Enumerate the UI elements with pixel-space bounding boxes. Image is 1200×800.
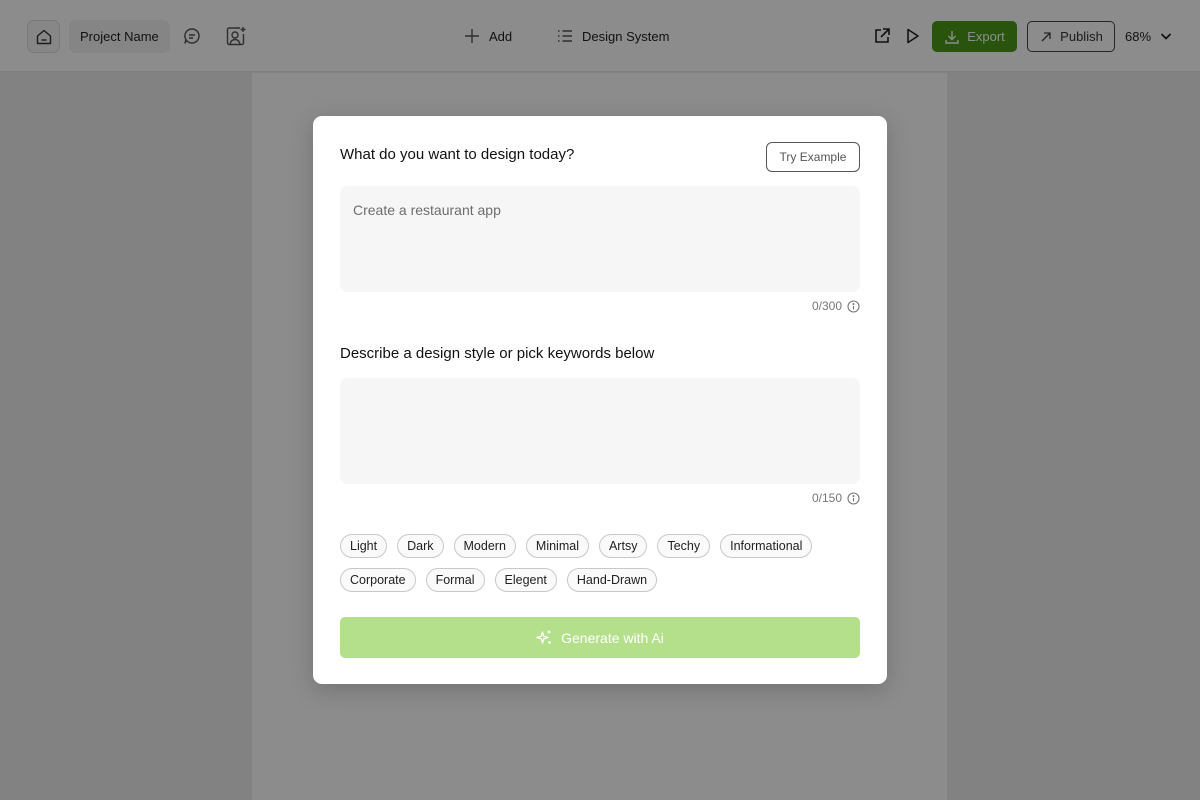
- prompt-counter-text: 0/300: [811, 299, 842, 313]
- try-example-button[interactable]: Try Example: [766, 142, 860, 172]
- modal-title: What do you want to design today?: [340, 146, 575, 163]
- keyword-chip-artsy[interactable]: Artsy: [598, 534, 648, 558]
- design-prompt-input[interactable]: [340, 186, 860, 292]
- style-keywords: Light Dark Modern Minimal Artsy Techy In…: [340, 534, 860, 602]
- keyword-chip-modern[interactable]: Modern: [453, 534, 516, 558]
- style-description-input[interactable]: [340, 378, 860, 484]
- keyword-row: Corporate Formal Elegent Hand-Drawn: [340, 568, 860, 592]
- generate-label: Generate with Ai: [561, 629, 664, 646]
- info-icon: [847, 299, 860, 313]
- style-counter-text: 0/150: [811, 491, 842, 505]
- keyword-chip-formal[interactable]: Formal: [425, 568, 485, 592]
- keyword-row: Light Dark Modern Minimal Artsy Techy In…: [340, 534, 860, 558]
- sparkle-icon: [536, 630, 552, 644]
- keyword-chip-corporate[interactable]: Corporate: [340, 568, 416, 592]
- keyword-chip-techy[interactable]: Techy: [657, 534, 711, 558]
- info-icon: [847, 491, 860, 505]
- keyword-chip-dark[interactable]: Dark: [397, 534, 444, 558]
- keyword-chip-hand-drawn[interactable]: Hand-Drawn: [566, 568, 658, 592]
- keyword-chip-elegent[interactable]: Elegent: [494, 568, 557, 592]
- generate-with-ai-button[interactable]: Generate with Ai: [340, 617, 860, 658]
- prompt-char-counter: 0/300: [812, 299, 860, 313]
- keyword-chip-minimal[interactable]: Minimal: [525, 534, 589, 558]
- keyword-chip-light[interactable]: Light: [340, 534, 388, 558]
- ai-design-modal: What do you want to design today? Try Ex…: [313, 116, 887, 684]
- keyword-chip-informational[interactable]: Informational: [720, 534, 813, 558]
- style-char-counter: 0/150: [812, 491, 860, 505]
- style-title: Describe a design style or pick keywords…: [340, 345, 655, 362]
